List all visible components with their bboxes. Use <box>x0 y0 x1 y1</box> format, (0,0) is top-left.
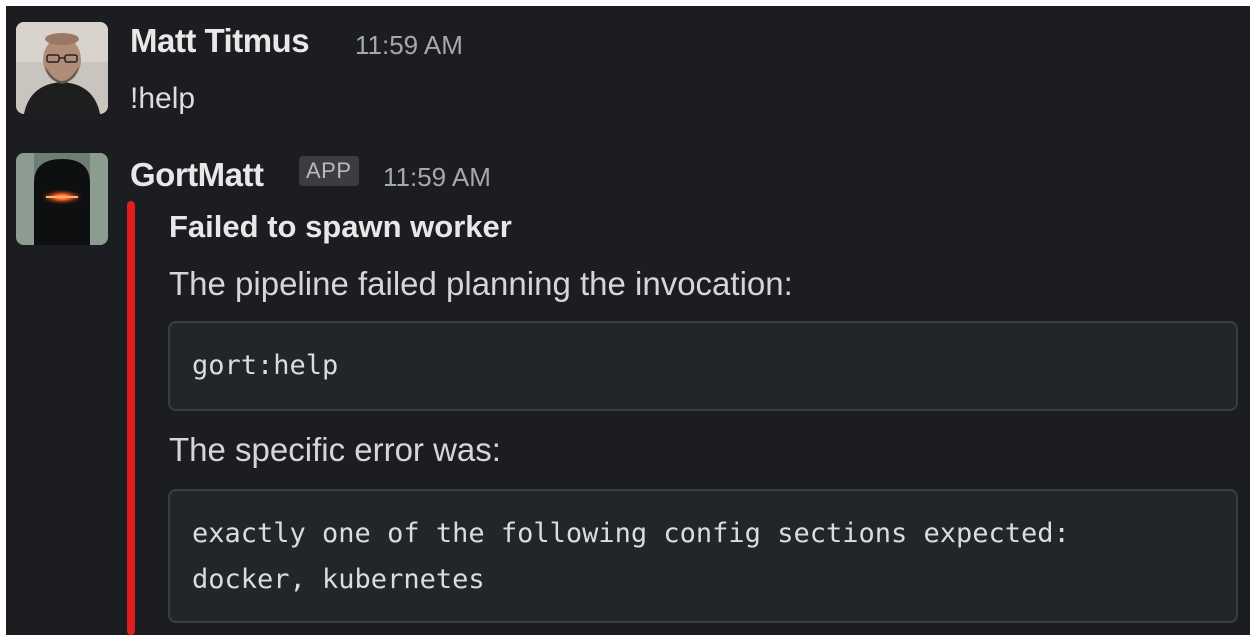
chat-window: Matt Titmus 11:59 AM !help GortMatt APP … <box>6 6 1250 635</box>
bot-avatar-icon <box>16 153 108 245</box>
attachment-accent-bar <box>127 201 135 635</box>
command-code-block: gort:help <box>168 321 1238 411</box>
user-avatar[interactable] <box>16 22 108 114</box>
code-line: gort:help <box>192 350 339 381</box>
message-timestamp[interactable]: 11:59 AM <box>383 162 491 193</box>
user-photo-avatar-icon <box>16 22 108 114</box>
attachment-title: Failed to spawn worker <box>169 209 512 244</box>
message-timestamp[interactable]: 11:59 AM <box>355 30 463 61</box>
app-badge: APP <box>299 156 359 186</box>
attachment-intro-text: The pipeline failed planning the invocat… <box>169 265 793 302</box>
error-code-block: exactly one of the following config sect… <box>168 489 1238 623</box>
error-intro-text: The specific error was: <box>169 431 501 468</box>
message-author[interactable]: Matt Titmus <box>130 22 310 60</box>
message-author[interactable]: GortMatt <box>130 156 264 194</box>
message-text: !help <box>130 82 196 115</box>
bot-avatar[interactable] <box>16 153 108 245</box>
code-line: docker, kubernetes <box>192 564 485 595</box>
code-line: exactly one of the following config sect… <box>192 518 1070 549</box>
